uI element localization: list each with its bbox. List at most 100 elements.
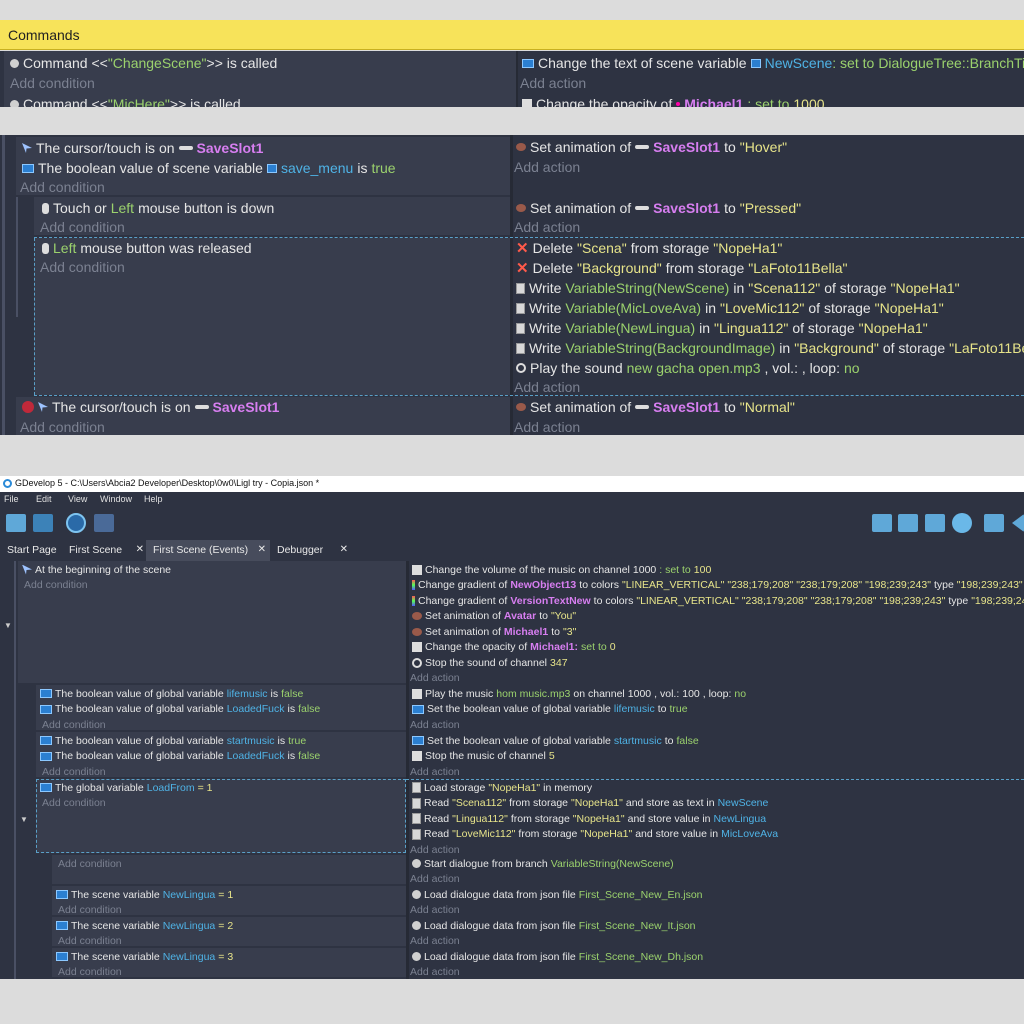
settings-icon[interactable] bbox=[984, 514, 1004, 532]
add-condition-link[interactable]: Add condition bbox=[58, 934, 122, 949]
add-action-link[interactable]: Add action bbox=[410, 764, 460, 779]
action-line[interactable]: Read "Lingua112" from storage "NopeHa1" and … bbox=[412, 811, 766, 826]
condition-line[interactable]: The boolean value of scene variable save… bbox=[22, 158, 396, 178]
action-line[interactable]: Write VariableString(BackgroundImage) in "B… bbox=[516, 338, 1024, 358]
add-action-link[interactable]: Add action bbox=[514, 157, 580, 177]
condition-line[interactable]: Touch or Left mouse button is down bbox=[42, 198, 274, 218]
menu-help[interactable]: Help bbox=[144, 494, 163, 504]
add-plus-icon[interactable] bbox=[952, 513, 972, 533]
add-condition-link[interactable]: Add condition bbox=[40, 217, 125, 237]
menu-file[interactable]: File bbox=[4, 494, 19, 504]
add-action-link[interactable]: Add action bbox=[514, 417, 580, 435]
action-line[interactable]: Change the text of scene variable NewSce… bbox=[522, 53, 1024, 73]
action-line[interactable]: Set animation of SaveSlot1 to "Normal" bbox=[516, 397, 795, 417]
add-condition-link[interactable]: Add condition bbox=[40, 257, 125, 277]
action-line[interactable]: Change the opacity of Michael1 : set to … bbox=[522, 94, 825, 107]
tab-first-scene-events[interactable]: First Scene (Events) ✕ bbox=[146, 540, 270, 561]
close-tab-icon[interactable]: ✕ bbox=[258, 544, 266, 555]
action-line[interactable]: Play the sound new gacha open.mp3, vol.: … bbox=[516, 358, 860, 378]
action-line[interactable]: Set animation of Michael1 to "3" bbox=[412, 624, 576, 639]
action-line[interactable]: ✕ Delete "Scena" from storage "NopeHa1" bbox=[516, 238, 782, 258]
menu-window[interactable]: Window bbox=[100, 494, 132, 504]
add-action-link[interactable]: Add action bbox=[514, 217, 580, 237]
add-action-link[interactable]: Add action bbox=[514, 377, 580, 397]
condition-line[interactable]: The cursor/touch is on SaveSlot1 bbox=[22, 397, 279, 417]
condition-line[interactable]: Left mouse button was released bbox=[42, 238, 252, 258]
condition-line[interactable]: Command << "MicHere" >> is called bbox=[10, 94, 241, 107]
add-condition-link[interactable]: Add condition bbox=[20, 177, 105, 197]
add-action-link[interactable]: Add action bbox=[410, 903, 460, 918]
action-line[interactable]: Write Variable(MicLoveAva) in "LoveMic112" o… bbox=[516, 298, 944, 318]
add-subevent-icon[interactable] bbox=[898, 514, 918, 532]
preview-play-icon[interactable] bbox=[66, 513, 86, 533]
condition-line[interactable]: The global variable LoadFrom = 1 bbox=[40, 780, 212, 795]
tab-debugger[interactable]: Debugger ✕ bbox=[270, 540, 352, 561]
action-line[interactable]: Set the boolean value of global variable… bbox=[412, 702, 688, 717]
action-line[interactable]: Load dialogue data from json file First_S… bbox=[412, 918, 696, 933]
add-condition-link[interactable]: Add condition bbox=[42, 796, 106, 811]
debug-icon[interactable] bbox=[94, 514, 114, 532]
action-line[interactable]: Set animation of SaveSlot1 to "Hover" bbox=[516, 137, 787, 157]
command-icon bbox=[10, 99, 19, 107]
condition-line[interactable]: The cursor/touch is on SaveSlot1 bbox=[22, 138, 263, 158]
close-tab-icon[interactable]: ✕ bbox=[136, 544, 144, 555]
condition-line[interactable]: The boolean value of global variable Load… bbox=[40, 749, 320, 764]
add-event-icon[interactable] bbox=[872, 514, 892, 532]
add-condition-link[interactable]: Add condition bbox=[42, 717, 106, 732]
action-line[interactable]: Read "LoveMic112" from storage "NopeHa1" and… bbox=[412, 827, 778, 842]
collapse-toggle-icon[interactable]: ▼ bbox=[20, 815, 28, 824]
condition-line[interactable]: The scene variable NewLingua = 3 bbox=[56, 949, 233, 964]
add-action-link[interactable]: Add action bbox=[410, 872, 460, 887]
condition-line[interactable]: The boolean value of global variable Load… bbox=[40, 702, 320, 717]
action-line[interactable]: Change the volume of the music on channe… bbox=[412, 562, 711, 577]
add-action-link[interactable]: Add action bbox=[520, 73, 586, 93]
add-condition-link[interactable]: Add condition bbox=[58, 965, 122, 980]
menu-edit[interactable]: Edit bbox=[36, 494, 52, 504]
events-list-icon[interactable] bbox=[6, 514, 26, 532]
add-condition-link[interactable]: Add condition bbox=[58, 856, 122, 871]
condition-line[interactable]: Command << "ChangeScene" >> is called bbox=[10, 53, 277, 73]
scene-editor-icon[interactable] bbox=[33, 514, 53, 532]
add-action-link[interactable]: Add action bbox=[410, 671, 460, 686]
close-tab-icon[interactable]: ✕ bbox=[340, 544, 348, 555]
condition-line[interactable]: The boolean value of global variable star… bbox=[40, 733, 306, 748]
action-line[interactable]: Play the music hom music.mp3 on channel 100… bbox=[412, 686, 746, 701]
add-action-link[interactable]: Add action bbox=[410, 965, 460, 980]
add-condition-link[interactable]: Add condition bbox=[24, 578, 88, 593]
action-line[interactable]: Load storage "NopeHa1" in memory bbox=[412, 780, 592, 795]
collapse-toggle-icon[interactable]: ▼ bbox=[4, 621, 12, 630]
condition-line[interactable]: At the beginning of the scene bbox=[22, 562, 171, 577]
add-condition-link[interactable]: Add condition bbox=[20, 417, 105, 435]
add-action-link[interactable]: Add action bbox=[410, 842, 460, 857]
add-condition-link[interactable]: Add condition bbox=[42, 764, 106, 779]
action-line[interactable]: Start dialogue from branch VariableString… bbox=[412, 856, 674, 871]
condition-line[interactable]: The scene variable NewLingua = 1 bbox=[56, 887, 233, 902]
action-line[interactable]: ✕ Delete "Background" from storage "LaFoto11… bbox=[516, 258, 848, 278]
action-line[interactable]: Set the boolean value of global variable… bbox=[412, 733, 699, 748]
action-line[interactable]: Change the opacity of Michael1: set to 0 bbox=[412, 640, 616, 655]
menu-view[interactable]: View bbox=[68, 494, 87, 504]
action-line[interactable]: Set animation of SaveSlot1 to "Pressed" bbox=[516, 198, 801, 218]
tab-first-scene[interactable]: First Scene ✕ bbox=[62, 540, 148, 561]
action-line[interactable]: Read "Scena112" from storage "NopeHa1" and s… bbox=[412, 796, 768, 811]
action-line[interactable]: Set animation of Avatar to "You" bbox=[412, 609, 576, 624]
action-line[interactable]: Write Variable(NewLingua) in "Lingua112" of … bbox=[516, 318, 928, 338]
action-line[interactable]: Stop the music of channel 5 bbox=[412, 749, 555, 764]
condition-line[interactable]: The scene variable NewLingua = 2 bbox=[56, 918, 233, 933]
action-line[interactable]: Stop the sound of channel 347 bbox=[412, 655, 568, 670]
add-condition-link[interactable]: Add condition bbox=[58, 903, 122, 918]
tab-start-page[interactable]: Start Page bbox=[0, 540, 62, 561]
action-line[interactable]: Write VariableString(NewScene) in "Scena112… bbox=[516, 278, 960, 298]
action-line[interactable]: Load dialogue data from json file First_S… bbox=[412, 949, 703, 964]
action-line[interactable]: Change gradient of VersionTextNew to color… bbox=[412, 593, 1024, 608]
add-comment-icon[interactable] bbox=[925, 514, 945, 532]
music-icon bbox=[412, 688, 422, 699]
variable-icon bbox=[40, 751, 52, 761]
tab-label: First Scene bbox=[69, 544, 123, 556]
add-action-link[interactable]: Add action bbox=[410, 717, 460, 732]
condition-line[interactable]: The boolean value of global variable life… bbox=[40, 686, 303, 701]
action-line[interactable]: Change gradient of NewObject13 to colors "L… bbox=[412, 578, 1023, 593]
add-action-link[interactable]: Add action bbox=[410, 934, 460, 949]
action-line[interactable]: Load dialogue data from json file First_S… bbox=[412, 887, 703, 902]
add-condition-link[interactable]: Add condition bbox=[10, 73, 95, 93]
